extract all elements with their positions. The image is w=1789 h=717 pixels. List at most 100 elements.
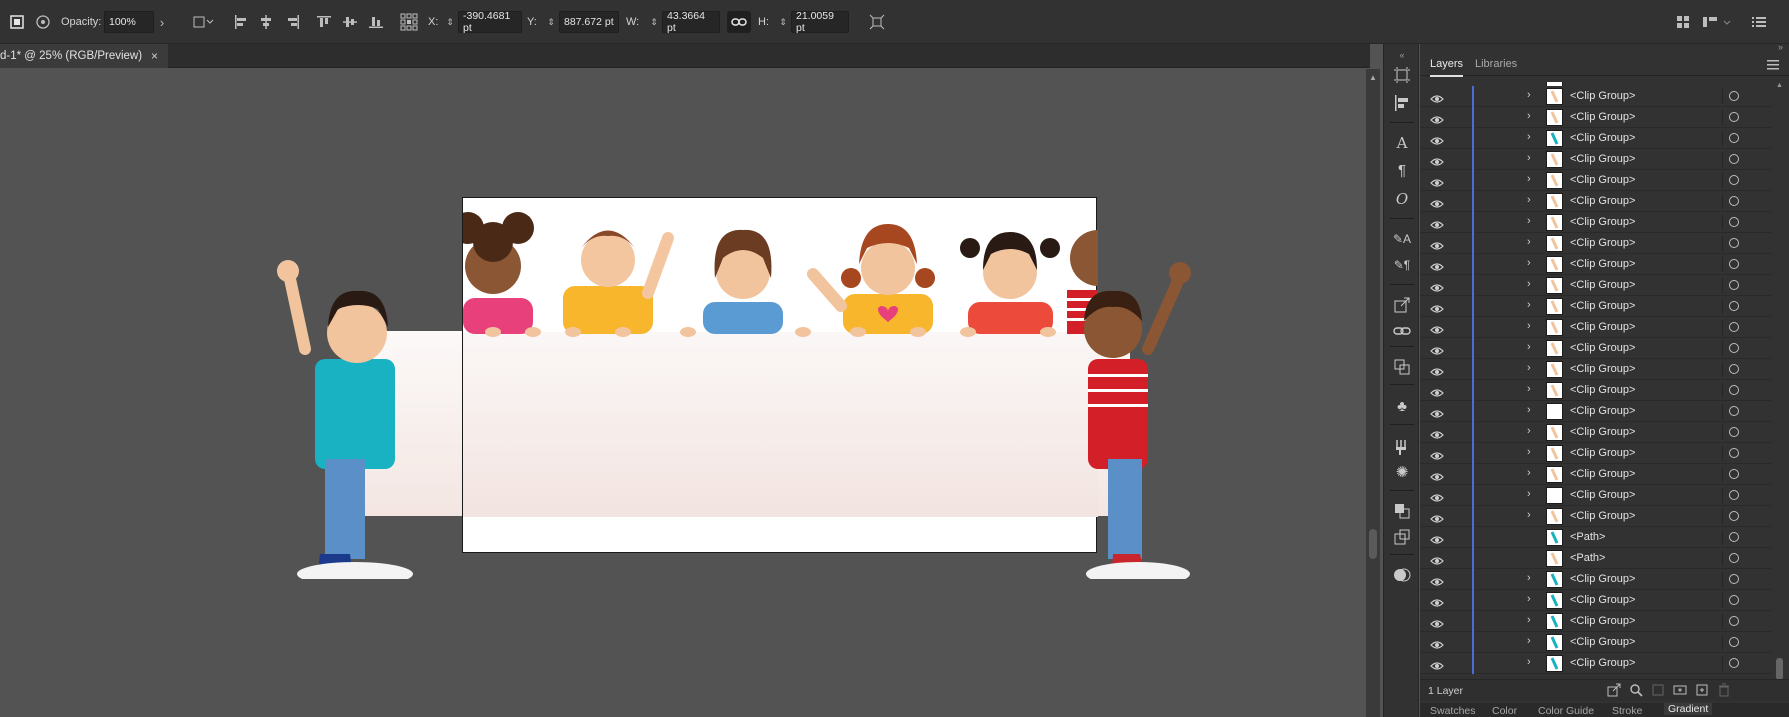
expand-chevron-icon[interactable]: › — [1527, 614, 1531, 626]
canvas-vertical-scrollbar[interactable]: ▲ — [1366, 69, 1380, 717]
visibility-eye-icon[interactable] — [1430, 427, 1444, 439]
h-stepper-icon[interactable]: ⇕ — [776, 11, 790, 33]
layer-row[interactable]: › <Clip Group> — [1420, 443, 1772, 464]
layer-row[interactable]: › <Clip Group> — [1420, 212, 1772, 233]
opacity-flyout-icon[interactable]: › — [153, 11, 171, 33]
layers-list[interactable]: › <Clip Group> › <Clip Group> › <Clip Group> ›… — [1420, 82, 1772, 674]
target-circle-icon[interactable] — [1729, 616, 1739, 626]
arrange-documents-icon[interactable] — [1672, 11, 1694, 33]
visibility-eye-icon[interactable] — [1430, 238, 1444, 250]
target-circle-icon[interactable] — [1729, 511, 1739, 521]
expand-chevron-icon[interactable]: › — [1527, 236, 1531, 248]
locate-object-icon[interactable] — [1628, 683, 1644, 699]
character-styles-icon[interactable]: ✎A — [1393, 230, 1411, 248]
layer-name[interactable]: <Clip Group> — [1570, 342, 1635, 354]
visibility-eye-icon[interactable] — [1430, 406, 1444, 418]
target-circle-icon[interactable] — [1729, 238, 1739, 248]
expand-chevron-icon[interactable]: › — [1527, 509, 1531, 521]
artboards-icon[interactable] — [1393, 66, 1411, 84]
align-right-icon[interactable] — [282, 11, 304, 33]
scroll-up-icon[interactable]: ▲ — [1369, 73, 1377, 82]
layer-row[interactable]: <Path> — [1420, 527, 1772, 548]
expand-chevron-icon[interactable]: › — [1527, 383, 1531, 395]
visibility-eye-icon[interactable] — [1430, 364, 1444, 376]
layer-row[interactable]: › <Clip Group> — [1420, 128, 1772, 149]
target-circle-icon[interactable] — [1729, 280, 1739, 290]
visibility-eye-icon[interactable] — [1430, 343, 1444, 355]
target-circle-icon[interactable] — [1729, 406, 1739, 416]
delete-icon[interactable] — [1716, 683, 1732, 699]
expand-chevron-icon[interactable]: › — [1527, 152, 1531, 164]
close-icon[interactable]: × — [151, 49, 158, 63]
opacity-field[interactable]: 100% — [104, 11, 154, 33]
target-circle-icon[interactable] — [1729, 343, 1739, 353]
visibility-eye-icon[interactable] — [1430, 553, 1444, 565]
paragraph-styles-icon[interactable]: ✎¶ — [1393, 256, 1411, 274]
layer-row[interactable]: › <Clip Group> — [1420, 296, 1772, 317]
panel-options-icon[interactable] — [1767, 57, 1779, 75]
export-selection-icon[interactable] — [1606, 683, 1622, 699]
target-circle-icon[interactable] — [1729, 133, 1739, 143]
expand-chevron-icon[interactable]: › — [1527, 257, 1531, 269]
constrain-proportions-icon[interactable] — [727, 11, 751, 33]
paragraph-icon[interactable]: ¶ — [1393, 162, 1411, 180]
expand-chevron-icon[interactable]: › — [1527, 173, 1531, 185]
layer-name[interactable]: <Clip Group> — [1570, 237, 1635, 249]
layer-name[interactable]: <Path> — [1570, 552, 1605, 564]
layer-row[interactable]: › <Clip Group> — [1420, 107, 1772, 128]
target-circle-icon[interactable] — [1729, 490, 1739, 500]
create-sublayer-icon[interactable] — [1672, 683, 1688, 699]
tab-libraries[interactable]: Libraries — [1475, 52, 1517, 76]
target-circle-icon[interactable] — [1729, 658, 1739, 668]
layer-row[interactable]: › <Clip Group> — [1420, 191, 1772, 212]
layer-row[interactable]: › <Clip Group> — [1420, 506, 1772, 527]
layer-name[interactable]: <Clip Group> — [1570, 468, 1635, 480]
target-circle-icon[interactable] — [1729, 322, 1739, 332]
layers-scroll-thumb[interactable] — [1776, 658, 1783, 680]
expand-chevron-icon[interactable]: › — [1527, 425, 1531, 437]
align-top-icon[interactable] — [313, 11, 335, 33]
layer-row[interactable]: › <Clip Group> — [1420, 233, 1772, 254]
layer-name[interactable]: <Clip Group> — [1570, 573, 1635, 585]
layer-row[interactable]: › <Clip Group> — [1420, 380, 1772, 401]
target-circle-icon[interactable] — [1729, 154, 1739, 164]
layer-name[interactable]: <Clip Group> — [1570, 279, 1635, 291]
target-circle-icon[interactable] — [1729, 217, 1739, 227]
layer-row[interactable]: › <Clip Group> — [1420, 359, 1772, 380]
layer-row[interactable]: › <Clip Group> — [1420, 86, 1772, 107]
visibility-eye-icon[interactable] — [1430, 616, 1444, 628]
layer-row[interactable]: <Path> — [1420, 548, 1772, 569]
visibility-eye-icon[interactable] — [1430, 448, 1444, 460]
export-icon[interactable] — [1393, 296, 1411, 314]
layer-row[interactable]: › <Clip Group> — [1420, 170, 1772, 191]
target-circle-icon[interactable] — [1729, 532, 1739, 542]
layer-name[interactable]: <Clip Group> — [1570, 300, 1635, 312]
layer-name[interactable]: <Clip Group> — [1570, 657, 1635, 669]
selection-mode-icon[interactable] — [6, 11, 28, 33]
layer-name[interactable]: <Clip Group> — [1570, 321, 1635, 333]
layer-name[interactable]: <Clip Group> — [1570, 510, 1635, 522]
h-field[interactable]: 21.0059 pt — [791, 10, 849, 34]
target-circle-icon[interactable] — [1729, 574, 1739, 584]
workspace-switcher-icon[interactable] — [1700, 11, 1734, 33]
layer-name[interactable]: <Clip Group> — [1570, 90, 1635, 102]
layer-name[interactable]: <Clip Group> — [1570, 153, 1635, 165]
align-icon[interactable] — [1393, 94, 1411, 112]
layer-row[interactable]: › <Clip Group> — [1420, 317, 1772, 338]
expand-chevron-icon[interactable]: › — [1527, 572, 1531, 584]
target-circle-icon[interactable] — [1729, 469, 1739, 479]
layer-name[interactable]: <Clip Group> — [1570, 195, 1635, 207]
layer-row[interactable]: › <Clip Group> — [1420, 653, 1772, 674]
visibility-eye-icon[interactable] — [1430, 322, 1444, 334]
scroll-up-icon[interactable]: ▲ — [1776, 82, 1783, 89]
visibility-eye-icon[interactable] — [1430, 532, 1444, 544]
visibility-eye-icon[interactable] — [1430, 574, 1444, 586]
target-circle-icon[interactable] — [1729, 637, 1739, 647]
expand-panels-icon[interactable]: » — [1778, 42, 1783, 52]
layer-name[interactable]: <Clip Group> — [1570, 426, 1635, 438]
expand-chevron-icon[interactable]: › — [1527, 467, 1531, 479]
target-circle-icon[interactable] — [1729, 175, 1739, 185]
target-circle-icon[interactable] — [1729, 364, 1739, 374]
visibility-eye-icon[interactable] — [1430, 175, 1444, 187]
reference-point-icon[interactable] — [398, 11, 420, 33]
